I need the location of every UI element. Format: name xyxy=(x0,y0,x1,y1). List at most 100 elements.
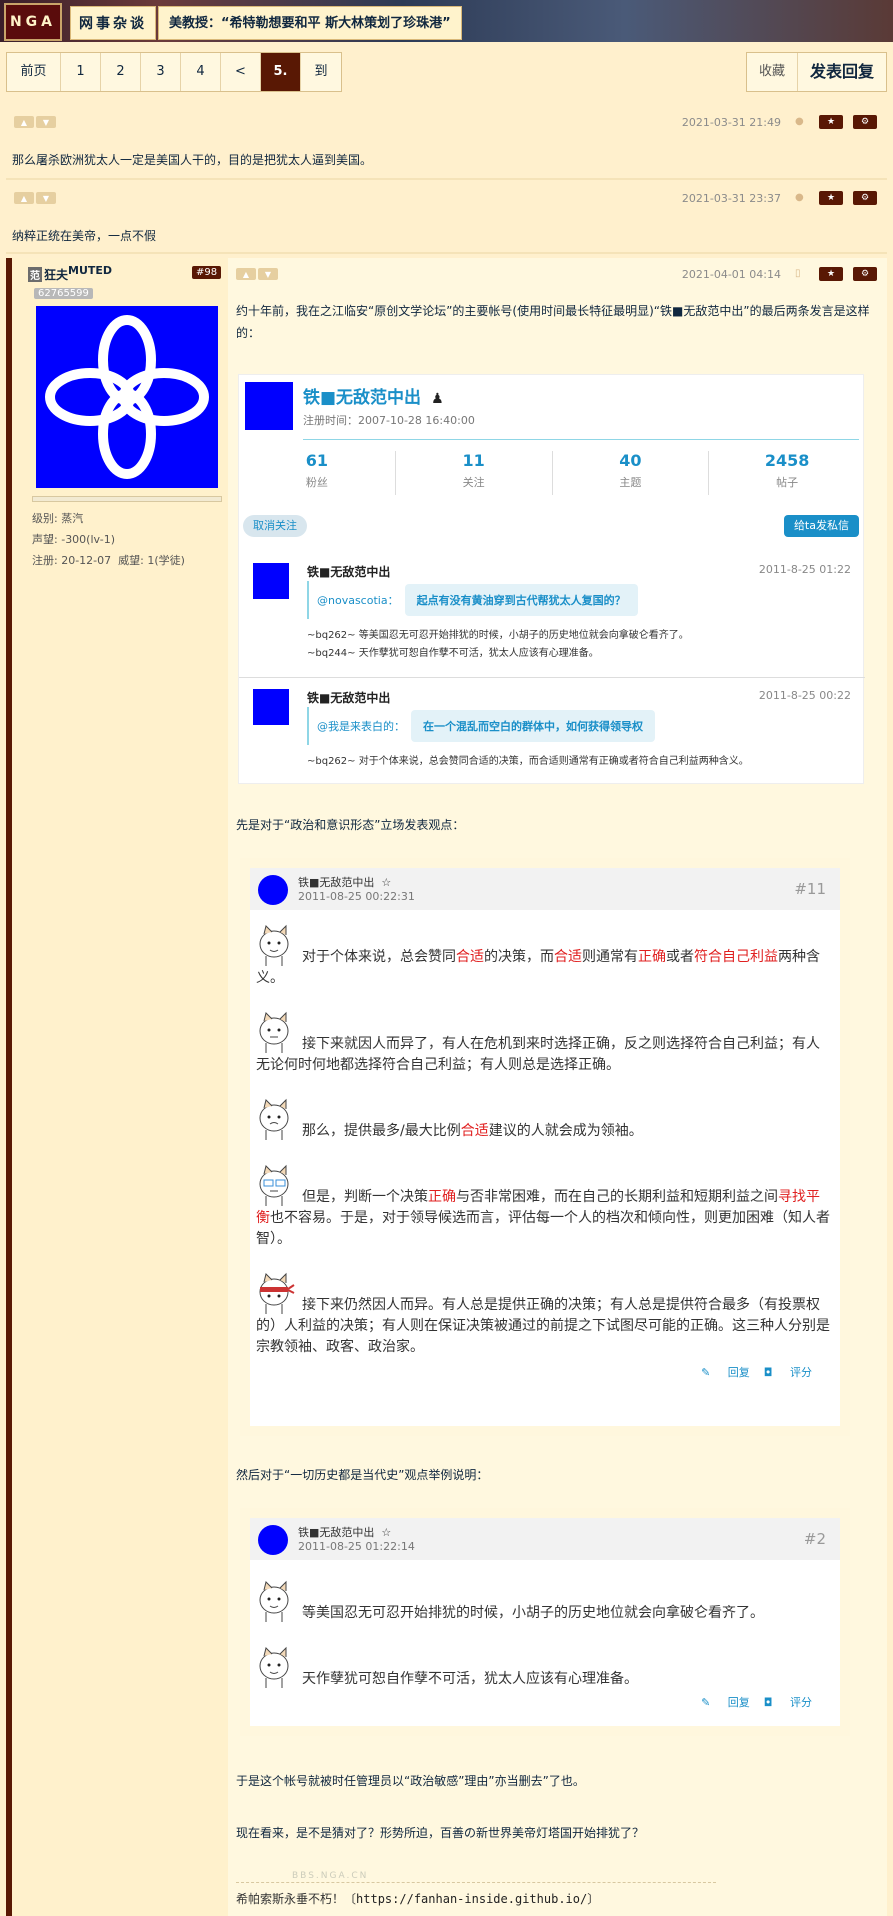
reply-link[interactable]: ✎ 回复 xyxy=(701,1696,750,1709)
divider xyxy=(6,178,887,180)
thread-title[interactable]: 美教授：“希特勒想要和平 斯大林策划了珍珠港” xyxy=(158,6,462,40)
page-2-button[interactable]: 2 xyxy=(101,53,141,91)
signature: 希帕索斯永垂不朽！〔https://fanhan-inside.github.i… xyxy=(236,1892,600,1906)
favorite-button[interactable]: 收藏 xyxy=(747,53,797,91)
post-content: ▲ ▼ 2021-04-01 04:14 ▯ ★ ⚙ 约十年前，我在之江临安“原创… xyxy=(228,258,887,1916)
card-message: 铁■无敌范中出 2011-8-25 00:22 @我是来表白的： 在一个混乱而空白… xyxy=(253,689,851,779)
author-name-text: 狂夫 xyxy=(44,268,69,282)
power-value: 1(学徒) xyxy=(147,554,185,567)
highlight-text: 合适 xyxy=(456,949,484,965)
stat-topics[interactable]: 40 主题 xyxy=(553,451,710,495)
current-page[interactable]: 5. xyxy=(261,53,301,91)
private-message-button[interactable]: 给ta发私信 xyxy=(783,515,859,537)
stat-num: 11 xyxy=(462,451,485,470)
vote-buttons: ▲ ▼ xyxy=(14,192,56,204)
card-username[interactable]: 铁■无敌范中出 ♟ xyxy=(303,383,444,408)
quote-avatar[interactable] xyxy=(258,875,288,905)
rate-link[interactable]: ◘ 评分 xyxy=(764,1696,812,1709)
highlight-text: 合适 xyxy=(554,949,582,965)
page-3-button[interactable]: 3 xyxy=(141,53,181,91)
forum-tab[interactable]: 网事杂谈 xyxy=(70,6,156,40)
ninja-cat-emoji-icon xyxy=(256,1270,296,1316)
post-paragraph: 然后对于“一切历史都是当代史”观点举例说明： xyxy=(236,1468,489,1482)
star-icon[interactable]: ★ xyxy=(819,267,843,281)
signature-text: 希帕索斯永垂不朽！ xyxy=(236,1892,345,1906)
message-quote: @novascotia： 起点有没有黄油穿到古代帮犹太人复国的？ xyxy=(307,581,638,619)
star-outline-icon[interactable]: ☆ xyxy=(381,876,391,889)
cat-emoji-icon xyxy=(256,1644,296,1690)
thumbs-up-icon[interactable]: ▲ xyxy=(14,192,34,204)
thumbs-up-icon[interactable]: ▲ xyxy=(14,116,34,128)
post-reply-button[interactable]: 发表回复 xyxy=(796,53,886,91)
mention-link[interactable]: @我是来表白的： xyxy=(317,718,405,734)
star-icon[interactable]: ★ xyxy=(819,115,843,129)
stat-label: 粉丝 xyxy=(305,476,328,489)
message-author[interactable]: 铁■无敌范中出 xyxy=(307,563,390,580)
quote-paragraph: 天作孽犹可恕自作孽不可活，犹太人应该有心理准备。 xyxy=(256,1644,832,1690)
gear-icon[interactable]: ⚙ xyxy=(853,191,877,205)
page-1-button[interactable]: 1 xyxy=(61,53,101,91)
stat-label: 关注 xyxy=(462,476,485,489)
text-span: 的决策，而 xyxy=(484,949,554,965)
stat-following[interactable]: 11 关注 xyxy=(396,451,553,495)
card-message: 铁■无敌范中出 2011-8-25 01:22 @novascotia： 起点有没… xyxy=(253,563,851,663)
page-4-button[interactable]: 4 xyxy=(181,53,221,91)
page: NGA 网事杂谈 美教授：“希特勒想要和平 斯大林策划了珍珠港” 前页 1 2 … xyxy=(0,0,893,1916)
quoted-text: 起点有没有黄油穿到古代帮犹太人复国的？ xyxy=(404,584,638,616)
profile-card: 铁■无敌范中出 ♟ 注册时间：2007-10-28 16:40:00 61 粉丝 1… xyxy=(238,374,865,784)
gear-icon[interactable]: ⚙ xyxy=(853,115,877,129)
quote-author-text: 铁■无敌范中出 xyxy=(298,1526,375,1539)
reply-link-text: 回复 xyxy=(727,1366,750,1379)
message-line: ~bq262~ 等美国忍无可忍开始排犹的时候，小胡子的历史地位就会向拿破仑看齐了… xyxy=(307,630,689,641)
watermark: BBS.NGA.CN xyxy=(292,1871,369,1881)
quote-author[interactable]: 铁■无敌范中出 ☆ xyxy=(298,1524,391,1540)
star-icon[interactable]: ★ xyxy=(819,191,843,205)
quote-author[interactable]: 铁■无敌范中出 ☆ xyxy=(298,874,391,890)
reply-time: 2021-03-31 21:49 xyxy=(681,115,781,129)
signature-link[interactable]: https://fanhan-inside.github.io/ xyxy=(356,1892,587,1906)
thumbs-up-icon[interactable]: ▲ xyxy=(236,268,256,280)
unfollow-button[interactable]: 取消关注 xyxy=(243,515,307,537)
quote-paragraph: 接下来就因人而异了，有人在危机到来时选择正确，反之则选择符合自己利益；有人无论何… xyxy=(256,1009,832,1076)
goto-page-button[interactable]: 到 xyxy=(301,53,341,91)
post-number[interactable]: #98 xyxy=(192,266,222,279)
gear-icon[interactable]: ⚙ xyxy=(853,267,877,281)
quote-avatar[interactable] xyxy=(258,1525,288,1555)
rate-link[interactable]: ◘ 评分 xyxy=(764,1366,812,1379)
rate-link-text: 评分 xyxy=(790,1696,812,1709)
stat-fans[interactable]: 61 粉丝 xyxy=(239,451,396,495)
quote-time: 2011-08-25 00:22:31 xyxy=(298,890,415,903)
reply-link[interactable]: ✎ 回复 xyxy=(701,1366,750,1379)
page-back-button[interactable]: < xyxy=(221,53,261,91)
user-id: 62765599 xyxy=(34,288,93,299)
stat-posts[interactable]: 2458 帖子 xyxy=(709,451,865,495)
stat-label: 帖子 xyxy=(776,476,799,489)
cat-glasses-emoji-icon xyxy=(256,1162,296,1208)
post-paragraph: 先是对于“政治和意识形态”立场发表观点： xyxy=(236,818,465,832)
person-icon: ♟ xyxy=(431,391,444,407)
author-info: 级别: 蒸汽 声望: -300(lv-1) 注册: 20-12-07 威望: 1… xyxy=(32,508,185,571)
level-progress-bar xyxy=(32,496,222,502)
author-name[interactable]: 范狂夫MUTED xyxy=(28,264,112,283)
avatar[interactable] xyxy=(36,306,218,488)
message-author[interactable]: 铁■无敌范中出 xyxy=(307,689,390,706)
nga-logo[interactable]: NGA xyxy=(4,3,62,41)
star-outline-icon[interactable]: ☆ xyxy=(381,1526,391,1539)
thumbs-down-icon[interactable]: ▼ xyxy=(36,192,56,204)
card-avatar[interactable] xyxy=(245,382,293,430)
message-avatar[interactable] xyxy=(253,563,289,599)
level-label: 级别: xyxy=(32,512,58,525)
highlight-text: 符合自己利益 xyxy=(694,949,778,965)
card-username-text: 铁■无敌范中出 xyxy=(303,388,422,408)
author-column: 范狂夫MUTED #98 62765599 级别: 蒸汽 声望: -300(lv… xyxy=(6,258,228,1916)
message-avatar[interactable] xyxy=(253,689,289,725)
page-prev-button[interactable]: 前页 xyxy=(7,53,61,91)
quote-actions: ✎ 回复 ◘ 评分 xyxy=(256,1694,832,1716)
mention-link[interactable]: @novascotia： xyxy=(317,592,399,608)
thumbs-down-icon[interactable]: ▼ xyxy=(258,268,278,280)
thumbs-down-icon[interactable]: ▼ xyxy=(36,116,56,128)
stat-num: 2458 xyxy=(764,451,810,470)
text-span: 但是，判断一个决策 xyxy=(302,1189,428,1205)
reply-text: 那么屠杀欧洲犹太人一定是美国人干的，目的是把犹太人逼到美国。 xyxy=(12,153,373,167)
reply-text: 纳粹正统在美帝，一点不假 xyxy=(12,229,157,243)
